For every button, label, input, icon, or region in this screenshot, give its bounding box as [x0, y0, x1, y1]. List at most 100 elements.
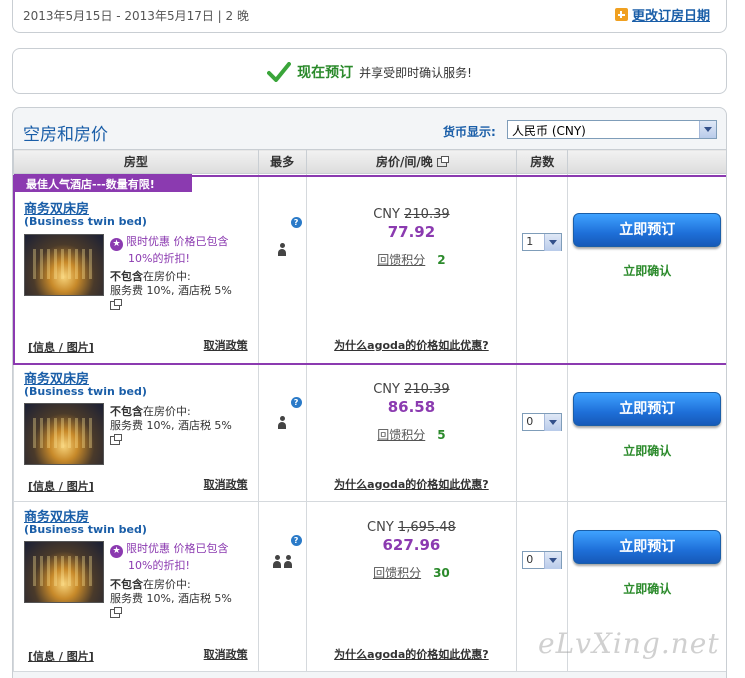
reward-points-link[interactable]: 回馈积分	[373, 566, 421, 580]
popup-icon[interactable]	[436, 156, 449, 167]
room-type-cell: 商务双床房 (Business twin bed) 不包含在房价中: 服务费 1…	[13, 363, 259, 502]
star-icon: ★	[110, 545, 123, 558]
star-icon: ★	[110, 238, 123, 251]
cancel-policy-link[interactable]: 取消政策	[204, 337, 248, 353]
book-now-text: 现在预订	[297, 65, 354, 81]
action-cell: 立即预订 立即确认	[567, 173, 726, 364]
info-photos-link[interactable]: [信息 / 图片]	[28, 339, 94, 355]
room-photo[interactable]	[24, 403, 104, 465]
promo-text: ★ 限时优惠 价格已包含 10%的折扣!	[110, 234, 229, 266]
person-icon	[283, 555, 293, 569]
discount-price: 86.58	[387, 398, 436, 416]
currency-code: CNY	[373, 382, 400, 397]
room-subtitle: (Business twin bed)	[24, 523, 147, 536]
currency-select[interactable]: 人民币 (CNY)	[507, 120, 717, 139]
person-icon	[277, 243, 287, 257]
info-photos-link[interactable]: [信息 / 图片]	[28, 648, 94, 664]
currency-code: CNY	[367, 520, 394, 535]
reward-points-value: 5	[437, 428, 446, 442]
checkmark-icon	[267, 62, 292, 82]
change-dates-link[interactable]: 更改订房日期	[614, 5, 710, 24]
book-now-banner: 现在预订 并享受即时确认服务!	[12, 48, 727, 94]
person-icon	[277, 416, 287, 430]
room-subtitle: (Business twin bed)	[24, 215, 147, 228]
not-included-text: 不包含在房价中: 服务费 10%, 酒店税 5%	[110, 405, 232, 447]
room-type-cell: 商务双床房 (Business twin bed) ★ 限时优惠 价格已包含 10…	[13, 501, 259, 672]
section-title: 空房和房价	[23, 125, 108, 145]
header-price: 房价/间/晚	[305, 149, 518, 174]
popular-badge: 最佳人气酒店---数量有限!	[14, 174, 192, 192]
room-count-cell: 0	[516, 363, 569, 502]
popup-icon[interactable]	[110, 298, 122, 310]
header-action	[567, 149, 726, 174]
instant-confirm-label: 立即确认	[623, 444, 672, 458]
price-cell: CNY 210.39 86.58 回馈积分 5 为什么agoda的价格如此优惠?	[305, 363, 518, 502]
header-room-count: 房数	[516, 149, 569, 174]
room-count-select[interactable]: 0	[522, 413, 563, 431]
price-cell: CNY 1,695.48 627.96 回馈积分 30 为什么agoda的价格如此…	[305, 501, 518, 672]
person-icon	[272, 555, 282, 569]
instant-confirm-label: 立即确认	[623, 582, 672, 596]
cancel-policy-link[interactable]: 取消政策	[204, 476, 248, 492]
book-now-button[interactable]: 立即预订	[573, 530, 722, 564]
popup-icon[interactable]	[110, 433, 122, 445]
room-count-cell: 1	[516, 173, 569, 364]
promo-text: ★ 限时优惠 价格已包含 10%的折扣!	[110, 541, 229, 573]
original-price: 210.39	[404, 382, 450, 397]
date-bar: 2013年5月15日 - 2013年5月17日 | 2 晚 更改订房日期	[12, 0, 727, 33]
action-cell: 立即预订 立即确认	[567, 363, 726, 502]
price-block: CNY 210.39 77.92 回馈积分 2	[307, 207, 517, 268]
chevron-down-icon	[699, 121, 716, 138]
not-included-text: 不包含在房价中: 服务费 10%, 酒店税 5%	[110, 270, 232, 312]
chevron-down-icon	[544, 414, 562, 431]
watermark: eLvXing.net	[538, 627, 720, 660]
room-count-select[interactable]: 0	[522, 551, 563, 569]
reward-points-value: 30	[433, 566, 450, 580]
reward-points-value: 2	[437, 253, 446, 267]
original-price: 1,695.48	[397, 520, 456, 535]
max-guests-cell: ?	[257, 501, 307, 672]
price-block: CNY 1,695.48 627.96 回馈积分 30	[307, 520, 517, 581]
plus-icon	[614, 8, 628, 21]
why-cheap-link[interactable]: 为什么agoda的价格如此优惠?	[307, 476, 517, 492]
help-icon[interactable]: ?	[290, 397, 302, 408]
room-photo[interactable]	[24, 234, 104, 296]
popup-icon[interactable]	[110, 606, 122, 618]
price-cell: CNY 210.39 77.92 回馈积分 2 为什么agoda的价格如此优惠?	[305, 173, 518, 364]
chevron-down-icon	[544, 552, 562, 569]
max-guests-cell: ?	[257, 363, 307, 502]
original-price: 210.39	[404, 207, 450, 222]
currency-label: 货币显示:	[443, 125, 496, 139]
room-subtitle: (Business twin bed)	[24, 385, 147, 398]
why-cheap-link[interactable]: 为什么agoda的价格如此优惠?	[307, 646, 517, 662]
table-row: 最佳人气酒店---数量有限! 商务双床房 (Business twin bed)…	[13, 173, 726, 364]
table-row: 商务双床房 (Business twin bed) 不包含在房价中: 服务费 1…	[13, 363, 726, 502]
rooms-table: 房型 最多 房价/间/晚 房数 最佳人气酒店---数量有限! 商务双床房 (Bu…	[13, 149, 726, 672]
book-now-button[interactable]: 立即预订	[573, 392, 722, 426]
info-photos-link[interactable]: [信息 / 图片]	[28, 478, 94, 494]
chevron-down-icon	[544, 234, 562, 251]
room-photo[interactable]	[24, 541, 104, 603]
reward-points-link[interactable]: 回馈积分	[377, 253, 425, 267]
max-guests-cell: ?	[257, 173, 307, 364]
help-icon[interactable]: ?	[290, 217, 302, 228]
discount-price: 627.96	[382, 536, 441, 554]
instant-confirm-label: 立即确认	[623, 264, 672, 278]
currency-code: CNY	[373, 207, 400, 222]
instant-confirm-text: 并享受即时确认服务!	[359, 65, 472, 80]
discount-price: 77.92	[387, 223, 436, 241]
header-max-guests: 最多	[257, 149, 307, 174]
not-included-text: 不包含在房价中: 服务费 10%, 酒店税 5%	[110, 578, 232, 620]
why-cheap-link[interactable]: 为什么agoda的价格如此优惠?	[307, 337, 517, 353]
reward-points-link[interactable]: 回馈积分	[377, 428, 425, 442]
help-icon[interactable]: ?	[290, 535, 302, 546]
header-room-type: 房型	[13, 149, 259, 174]
stay-dates: 2013年5月15日 - 2013年5月17日 | 2 晚	[23, 9, 249, 23]
book-now-button[interactable]: 立即预订	[573, 213, 722, 247]
room-type-cell: 最佳人气酒店---数量有限! 商务双床房 (Business twin bed)…	[13, 173, 259, 364]
room-count-select[interactable]: 1	[522, 233, 563, 251]
cancel-policy-link[interactable]: 取消政策	[204, 646, 248, 662]
currency-value: 人民币 (CNY)	[512, 124, 586, 138]
price-block: CNY 210.39 86.58 回馈积分 5	[307, 382, 517, 443]
rooms-rates-panel: 空房和房价 货币显示: 人民币 (CNY) 房型 最多 房价/间/晚 房数 最佳…	[12, 107, 727, 678]
